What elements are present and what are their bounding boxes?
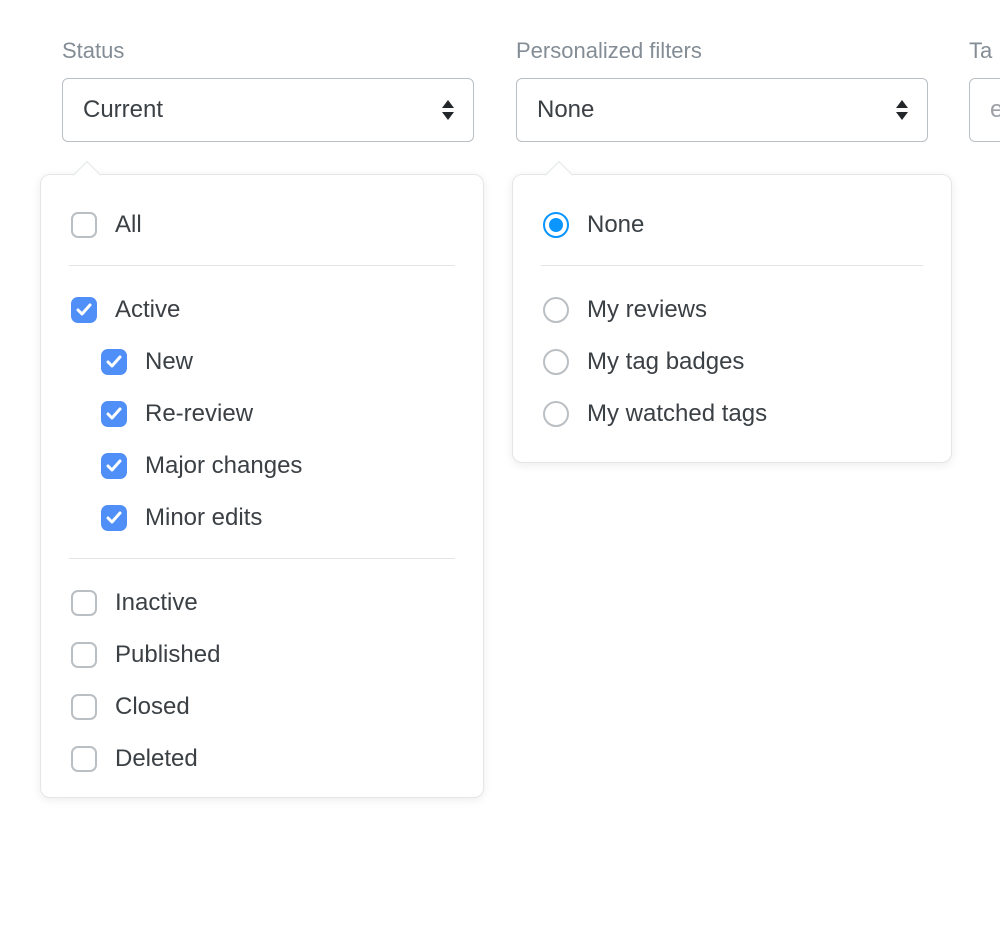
tags-filter-label: Ta	[969, 38, 1000, 64]
status-option-label: Inactive	[115, 589, 453, 617]
list-item-link[interactable]: M m	[0, 840, 27, 868]
checkbox-unchecked-icon	[71, 694, 97, 720]
status-option-label: Minor edits	[145, 504, 453, 532]
filter-bar-screenshot: Status Current Personalized filters None…	[0, 0, 1000, 946]
checkbox-checked-icon	[101, 505, 127, 531]
personalized-dropdown-popover: None My reviews My tag badges My watched…	[512, 174, 952, 463]
avatar[interactable]	[978, 384, 1000, 414]
status-filter-label: Status	[62, 38, 474, 64]
personalized-option-label: My watched tags	[587, 400, 921, 428]
radio-unselected-icon	[543, 349, 569, 375]
popover-arrow	[73, 161, 101, 189]
popover-arrow	[545, 161, 573, 189]
avatar[interactable]	[978, 912, 1000, 942]
checkbox-unchecked-icon	[71, 642, 97, 668]
list-item-meta: as	[978, 664, 1000, 690]
list-item-meta: ed	[978, 840, 1000, 866]
checkbox-checked-icon	[71, 297, 97, 323]
chevron-sort-icon	[439, 98, 457, 122]
tags-filter-group: Ta e	[969, 38, 1000, 142]
divider	[541, 265, 923, 266]
radio-unselected-icon	[543, 297, 569, 323]
status-option-label: All	[115, 211, 453, 239]
divider	[69, 265, 455, 266]
status-select-value: Current	[83, 96, 163, 124]
status-option-label: Deleted	[115, 745, 453, 773]
list-item-link[interactable]: ubl	[0, 488, 12, 516]
status-option-label: Major changes	[145, 452, 453, 480]
status-option-major-changes[interactable]: Major changes	[69, 440, 455, 492]
personalized-filter-group: Personalized filters None	[516, 38, 928, 142]
column-header-last: La	[978, 232, 1000, 258]
status-option-active[interactable]: Active	[69, 284, 455, 336]
status-option-label: New	[145, 348, 453, 376]
status-option-label: Published	[115, 641, 453, 669]
personalized-option-my-tag-badges[interactable]: My tag badges	[541, 336, 923, 388]
checkbox-checked-icon	[101, 453, 127, 479]
status-option-new[interactable]: New	[69, 336, 455, 388]
radio-selected-icon	[543, 212, 569, 238]
status-select[interactable]: Current	[62, 78, 474, 142]
status-option-inactive[interactable]: Inactive	[69, 577, 455, 629]
checkbox-checked-icon	[101, 401, 127, 427]
row-divider	[0, 800, 1000, 801]
status-option-label: Closed	[115, 693, 453, 721]
checkbox-unchecked-icon	[71, 590, 97, 616]
status-option-closed[interactable]: Closed	[69, 681, 455, 733]
radio-unselected-icon	[543, 401, 569, 427]
tags-input[interactable]: e	[969, 78, 1000, 142]
personalized-select-value: None	[537, 96, 594, 124]
personalized-option-label: My tag badges	[587, 348, 921, 376]
checkbox-checked-icon	[101, 349, 127, 375]
list-item-link[interactable]: QL	[482, 488, 514, 516]
chevron-sort-icon	[893, 98, 911, 122]
status-option-label: Re-review	[145, 400, 453, 428]
list-item-meta: as	[978, 314, 1000, 340]
personalized-option-my-watched-tags[interactable]: My watched tags	[541, 388, 923, 440]
checkbox-unchecked-icon	[71, 746, 97, 772]
personalized-option-label: None	[587, 211, 921, 239]
avatar[interactable]	[978, 724, 1000, 754]
list-item-link[interactable]: M?	[0, 314, 13, 342]
status-dropdown-popover: All Active New Re-review Major chang	[40, 174, 484, 798]
personalized-option-label: My reviews	[587, 296, 921, 324]
personalized-option-my-reviews[interactable]: My reviews	[541, 284, 923, 336]
status-option-label: Active	[115, 296, 453, 324]
divider	[69, 558, 455, 559]
status-option-all[interactable]: All	[69, 199, 455, 251]
checkbox-unchecked-icon	[71, 212, 97, 238]
status-option-minor-edits[interactable]: Minor edits	[69, 492, 455, 544]
list-item-link[interactable]: not find the element?	[486, 840, 710, 868]
list-item-meta: as	[978, 488, 1000, 514]
personalized-filter-label: Personalized filters	[516, 38, 928, 64]
tags-input-placeholder: e	[990, 96, 1000, 124]
status-filter-group: Status Current	[62, 38, 474, 142]
status-option-re-review[interactable]: Re-review	[69, 388, 455, 440]
personalized-select[interactable]: None	[516, 78, 928, 142]
status-option-published[interactable]: Published	[69, 629, 455, 681]
status-option-deleted[interactable]: Deleted	[69, 733, 455, 785]
personalized-option-none[interactable]: None	[541, 199, 923, 251]
avatar[interactable]	[978, 558, 1000, 588]
tag[interactable]: ces	[0, 720, 31, 751]
